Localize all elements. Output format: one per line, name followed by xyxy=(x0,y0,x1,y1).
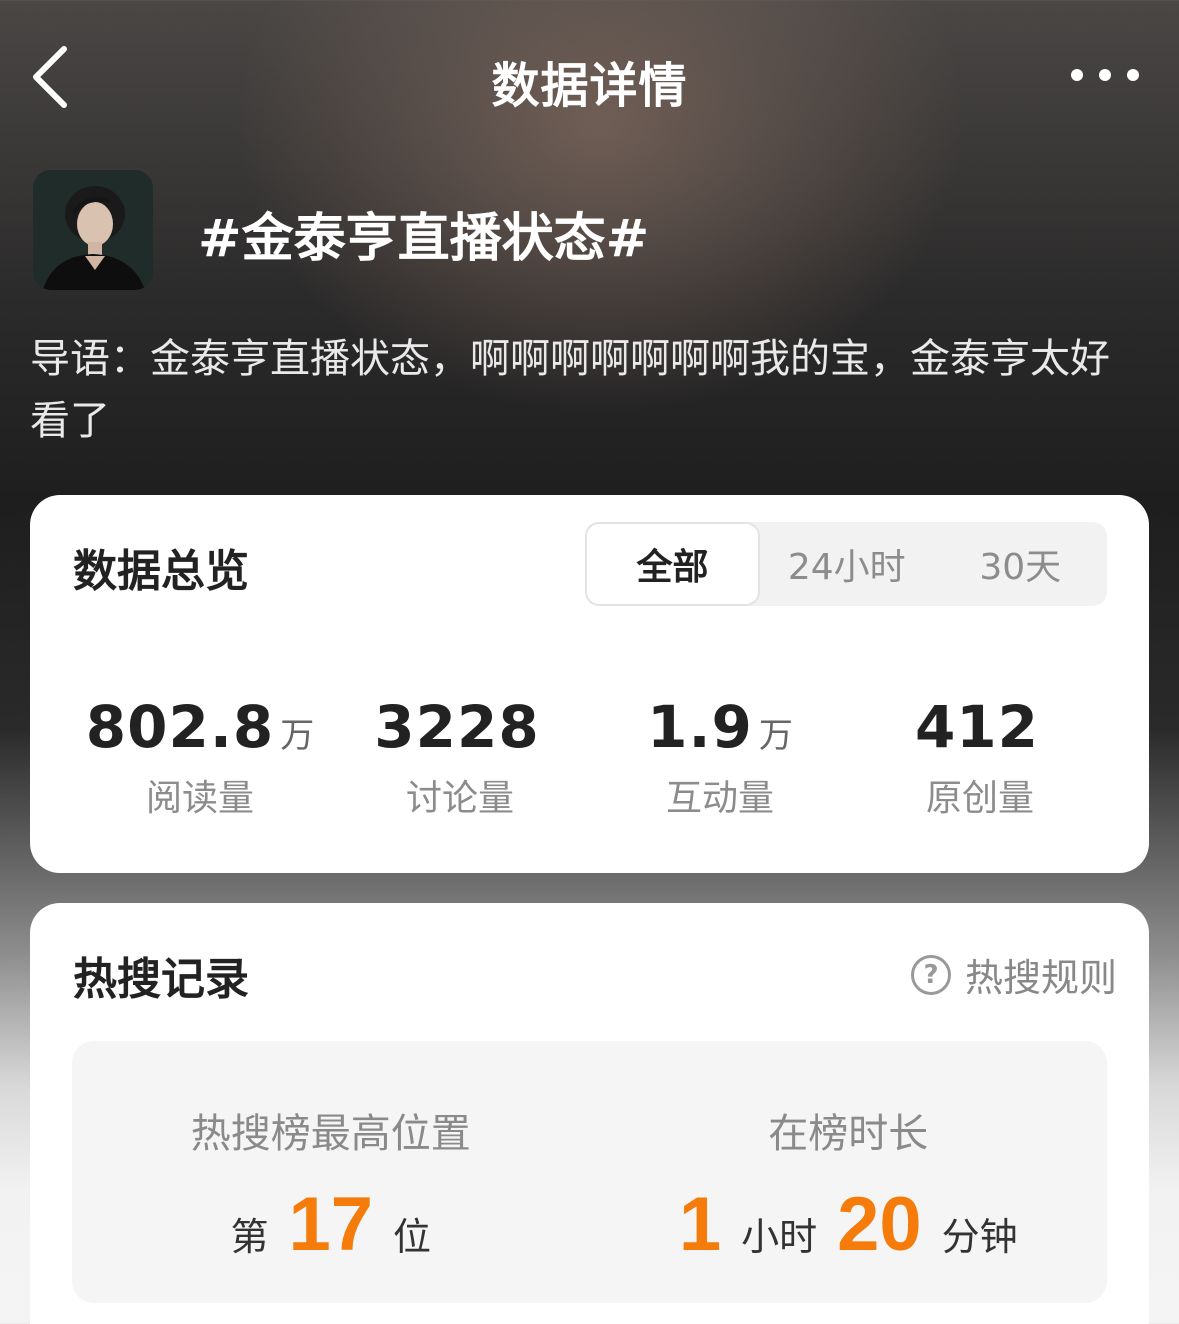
stat-label: 互动量 xyxy=(665,778,774,819)
data-overview-card: 数据总览 全部 24小时 30天 802.8 万 阅读量 3228 讨论量 1.9… xyxy=(30,495,1149,873)
stat-value: 802.8 xyxy=(85,693,275,761)
stat-reads: 802.8 万 阅读量 xyxy=(70,693,330,821)
peak-suffix: 位 xyxy=(393,1215,432,1259)
time-on-list-label: 在榜时长 xyxy=(768,1111,929,1157)
top-nav-bar: 数据详情 xyxy=(0,0,1179,150)
peak-value: 17 xyxy=(288,1182,374,1267)
tab-24-hours[interactable]: 24小时 xyxy=(760,522,934,606)
stats-row: 802.8 万 阅读量 3228 讨论量 1.9 万 互动量 412 原创量 xyxy=(70,693,1110,821)
stat-unit: 万 xyxy=(758,716,793,756)
time-on-list: 在榜时长 1 小时 20 分钟 xyxy=(590,1041,1108,1303)
hot-search-summary: 热搜榜最高位置 第 17 位 在榜时长 1 小时 20 分钟 xyxy=(72,1041,1107,1303)
stat-unit: 万 xyxy=(280,716,315,756)
tab-all[interactable]: 全部 xyxy=(585,522,760,606)
more-options-button[interactable] xyxy=(1071,62,1139,88)
rules-label: 热搜规则 xyxy=(964,956,1117,1000)
stat-originals: 412 原创量 xyxy=(850,693,1110,821)
peak-position-label: 热搜榜最高位置 xyxy=(190,1111,471,1157)
page-title: 数据详情 xyxy=(491,58,688,114)
time-range-tabs: 全部 24小时 30天 xyxy=(585,522,1107,606)
duration-hours-unit: 小时 xyxy=(741,1215,818,1259)
stat-interactions: 1.9 万 互动量 xyxy=(590,693,850,821)
peak-prefix: 第 xyxy=(230,1215,269,1259)
overview-title: 数据总览 xyxy=(73,546,249,597)
hot-search-card: 热搜记录 ? 热搜规则 热搜榜最高位置 第 17 位 在榜时长 1 小时 20 … xyxy=(30,903,1149,1324)
more-dots-icon xyxy=(1071,69,1083,81)
peak-position: 热搜榜最高位置 第 17 位 xyxy=(72,1041,590,1303)
stat-value: 1.9 xyxy=(647,693,753,761)
duration-minutes-unit: 分钟 xyxy=(941,1215,1018,1259)
stat-value: 3228 xyxy=(374,693,540,761)
avatar-image xyxy=(33,170,153,290)
topic-avatar[interactable] xyxy=(33,170,153,290)
stat-label: 阅读量 xyxy=(145,778,254,819)
topic-title: #金泰亨直播状态# xyxy=(198,209,650,269)
question-circle-icon: ? xyxy=(910,954,951,995)
stat-value: 412 xyxy=(914,693,1040,761)
more-dot xyxy=(1127,69,1139,81)
stat-label: 原创量 xyxy=(925,778,1034,819)
topic-intro: 导语：金泰亨直播状态，啊啊啊啊啊啊啊我的宝，金泰亨太好看了 xyxy=(30,336,1110,444)
stat-label: 讨论量 xyxy=(405,778,514,819)
more-dot xyxy=(1099,69,1111,81)
duration-hours: 1 xyxy=(678,1182,722,1267)
hot-search-rules-link[interactable]: ? 热搜规则 xyxy=(910,947,1117,1002)
duration-minutes: 20 xyxy=(837,1182,922,1267)
stat-discussions: 3228 讨论量 xyxy=(330,693,590,821)
hot-search-title: 热搜记录 xyxy=(73,954,249,1005)
tab-30-days[interactable]: 30天 xyxy=(934,522,1108,606)
